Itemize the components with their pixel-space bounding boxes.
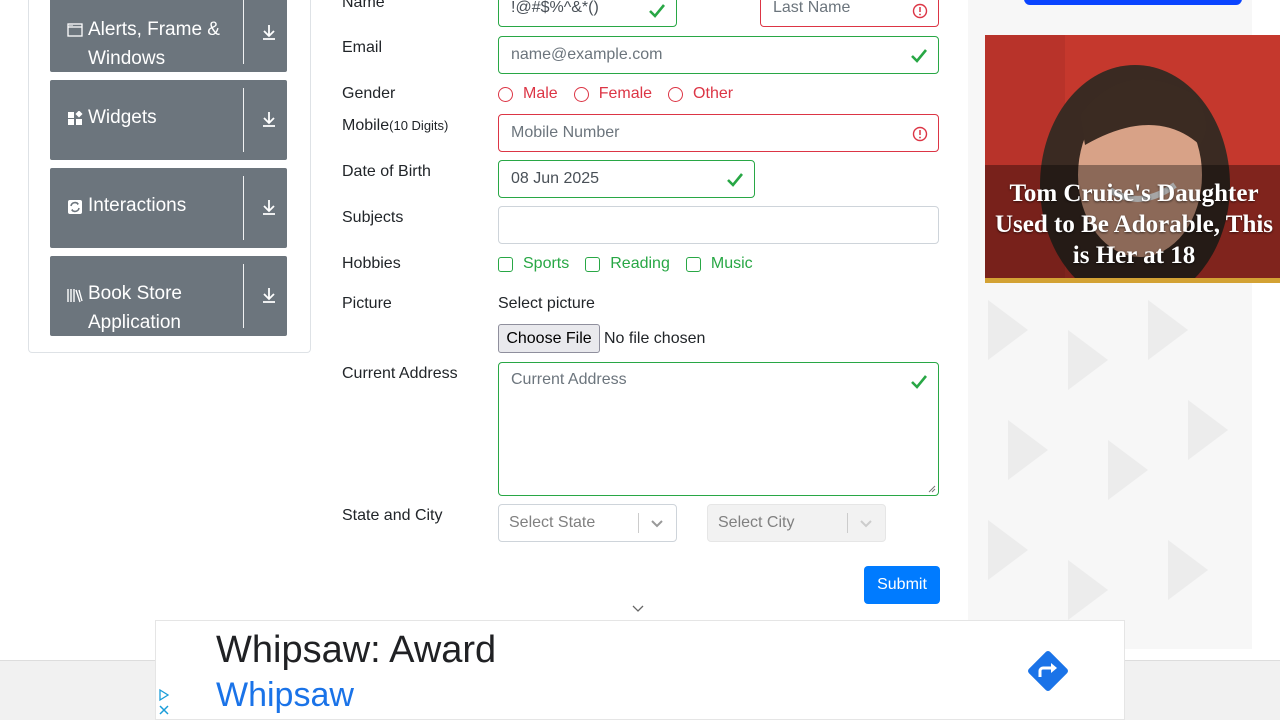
hobby-checkbox-reading[interactable]: [585, 256, 601, 272]
download-icon[interactable]: [260, 286, 278, 304]
city-placeholder: Select City: [718, 514, 795, 531]
sidebar-item-label: Widgets: [88, 107, 157, 128]
gender-radio-other[interactable]: [668, 86, 684, 102]
divider: [638, 513, 639, 533]
hobby-label-reading[interactable]: Reading: [610, 255, 670, 273]
ad-brand[interactable]: Whipsaw: [216, 676, 354, 715]
mobile-label: Mobile(10 Digits): [342, 117, 448, 135]
picture-label: Picture: [342, 295, 392, 312]
check-icon: [911, 375, 928, 389]
page: Alerts, Frame & Windows Widgets Interact…: [0, 0, 1280, 720]
address-textarea[interactable]: Current Address: [498, 362, 939, 496]
gender-radio-female[interactable]: [573, 86, 589, 102]
chevron-down-icon: [860, 520, 872, 528]
interactions-icon: [68, 200, 82, 214]
gender-options: Male Female Other: [498, 85, 749, 103]
subjects-input[interactable]: [498, 206, 939, 244]
divider: [243, 264, 244, 328]
hobby-checkbox-music[interactable]: [685, 256, 701, 272]
city-select[interactable]: Select City: [707, 504, 886, 542]
file-status: No file chosen: [604, 330, 706, 347]
download-icon[interactable]: [260, 23, 278, 41]
ad-headline[interactable]: Tom Cruise's Daughter Used to Be Adorabl…: [990, 178, 1278, 271]
sidebar-item-widgets[interactable]: Widgets: [50, 80, 287, 160]
dob-label: Date of Birth: [342, 163, 431, 180]
window-icon: [67, 23, 83, 37]
directions-icon[interactable]: [1023, 646, 1073, 696]
gender-label-other[interactable]: Other: [693, 85, 733, 103]
gender-label-female[interactable]: Female: [599, 85, 652, 103]
first-name-value: !@#$%^&*(): [511, 0, 599, 16]
chevron-down-icon: [651, 520, 663, 528]
last-name-input[interactable]: Last Name: [760, 0, 939, 27]
address-placeholder: Current Address: [511, 371, 627, 388]
gender-label-male[interactable]: Male: [523, 85, 558, 103]
warning-icon: [912, 126, 928, 142]
dob-input[interactable]: 08 Jun 2025: [498, 160, 755, 198]
divider: [243, 176, 244, 240]
warning-icon: [912, 3, 928, 19]
bottom-ad-banner[interactable]: Whipsaw: Award Whipsaw: [155, 620, 1125, 720]
sidebar-item-label-line2: Windows: [88, 48, 166, 69]
ad-choices-icon[interactable]: [158, 688, 170, 718]
sidebar-item-label-line2: Application: [88, 312, 181, 333]
check-icon: [649, 4, 666, 18]
chevron-down-icon[interactable]: [631, 604, 645, 614]
ad-underline: [985, 278, 1280, 283]
email-placeholder: name@example.com: [511, 46, 663, 63]
download-icon[interactable]: [260, 110, 278, 128]
ad-button[interactable]: [1024, 0, 1242, 5]
mobile-placeholder: Mobile Number: [511, 124, 620, 141]
divider: [243, 0, 244, 64]
check-icon: [911, 49, 928, 63]
hobby-label-sports[interactable]: Sports: [523, 255, 569, 273]
address-label: Current Address: [342, 365, 458, 382]
divider: [243, 88, 244, 152]
subjects-label: Subjects: [342, 209, 404, 226]
ad-headline[interactable]: Whipsaw: Award: [216, 629, 496, 672]
mobile-hint: (10 Digits): [389, 118, 449, 133]
first-name-input[interactable]: !@#$%^&*(): [498, 0, 677, 27]
email-label: Email: [342, 39, 383, 56]
check-icon: [727, 173, 744, 187]
hobbies-label: Hobbies: [342, 255, 401, 272]
choose-file-button[interactable]: Choose File: [498, 324, 600, 353]
state-select[interactable]: Select State: [498, 504, 677, 542]
gender-radio-male[interactable]: [498, 86, 513, 102]
sidebar-item-book-store-application[interactable]: Book Store Application: [50, 256, 287, 336]
name-label: Name: [342, 0, 385, 11]
divider: [847, 513, 848, 533]
mobile-input[interactable]: Mobile Number: [498, 114, 939, 152]
book-icon: [67, 289, 83, 303]
last-name-placeholder: Last Name: [773, 0, 851, 16]
hobby-label-music[interactable]: Music: [711, 255, 753, 273]
state-placeholder: Select State: [509, 514, 596, 531]
select-picture-label: Select picture: [498, 295, 595, 312]
sidebar-item-label: Interactions: [88, 195, 187, 216]
email-input[interactable]: name@example.com: [498, 36, 939, 74]
widgets-icon: [68, 111, 83, 125]
download-icon[interactable]: [260, 198, 278, 216]
state-city-label: State and City: [342, 507, 443, 524]
gender-label: Gender: [342, 85, 396, 102]
sidebar-item-alerts-frame-windows[interactable]: Alerts, Frame & Windows: [50, 0, 287, 72]
resize-handle-icon[interactable]: [928, 485, 936, 493]
hobbies-options: Sports Reading Music: [498, 255, 769, 273]
sidebar-item-interactions[interactable]: Interactions: [50, 168, 287, 248]
sidebar-item-label: Alerts, Frame &: [88, 19, 220, 40]
dob-value: 08 Jun 2025: [511, 170, 600, 187]
sidebar-item-label: Book Store: [88, 283, 182, 304]
mobile-label-text: Mobile: [342, 117, 390, 134]
submit-button[interactable]: Submit: [864, 566, 940, 604]
hobby-checkbox-sports[interactable]: [498, 256, 513, 272]
